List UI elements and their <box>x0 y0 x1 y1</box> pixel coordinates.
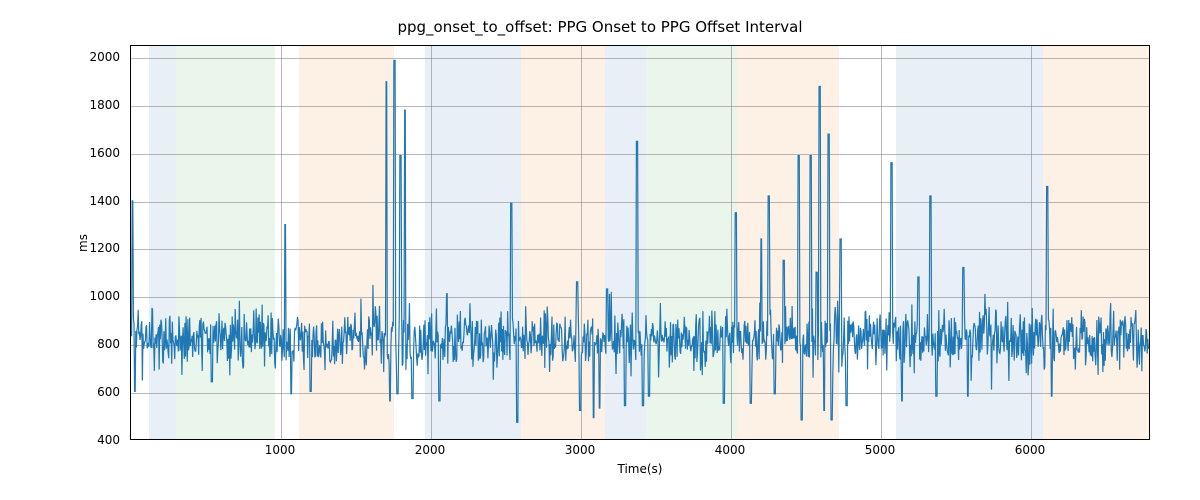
y-tick-label: 1600 <box>0 146 120 160</box>
x-tick-label: 1000 <box>250 443 310 457</box>
y-tick-label: 1800 <box>0 98 120 112</box>
y-tick-label: 1400 <box>0 194 120 208</box>
x-tick-label: 4000 <box>700 443 760 457</box>
time-series-trace <box>131 46 1149 439</box>
x-tick-label: 2000 <box>400 443 460 457</box>
y-tick-label: 2000 <box>0 50 120 64</box>
figure: ppg_onset_to_offset: PPG Onset to PPG Of… <box>0 0 1200 500</box>
x-tick-label: 6000 <box>1000 443 1060 457</box>
chart-title: ppg_onset_to_offset: PPG Onset to PPG Of… <box>0 18 1200 36</box>
x-tick-label: 3000 <box>550 443 610 457</box>
y-tick-label: 1200 <box>0 241 120 255</box>
y-tick-label: 400 <box>0 433 120 447</box>
y-tick-label: 600 <box>0 385 120 399</box>
x-tick-label: 5000 <box>850 443 910 457</box>
y-tick-label: 1000 <box>0 289 120 303</box>
y-tick-label: 800 <box>0 337 120 351</box>
x-axis-label: Time(s) <box>130 462 1150 476</box>
plot-area <box>130 45 1150 440</box>
